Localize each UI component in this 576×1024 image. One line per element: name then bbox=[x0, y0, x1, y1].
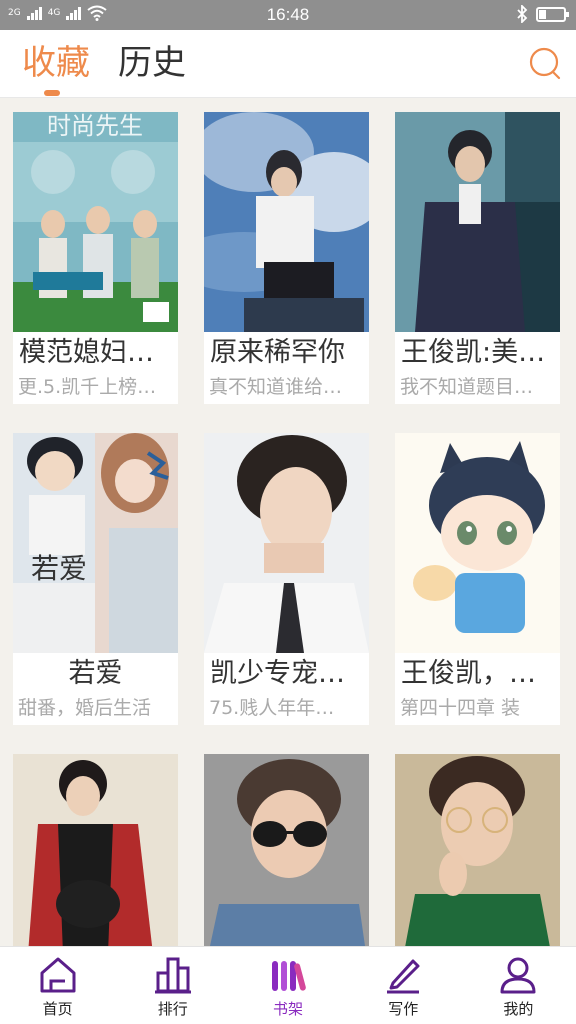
book-card[interactable] bbox=[204, 754, 369, 946]
battery-icon bbox=[536, 6, 569, 22]
home-icon bbox=[40, 957, 76, 993]
cover-title-text: 时尚先生 bbox=[47, 112, 143, 140]
book-card[interactable]: 凯少专宠… 75.贱人年年… bbox=[204, 433, 369, 725]
status-time: 16:48 bbox=[266, 5, 310, 24]
book-card[interactable]: 时尚先生 模范媳妇… 更.5.凯千上榜… bbox=[13, 112, 178, 404]
book-title: 模范媳妇… bbox=[19, 337, 154, 368]
book-cover: 时尚先生 bbox=[13, 112, 178, 332]
nav-bookshelf[interactable]: 书架 bbox=[230, 947, 345, 1024]
book-desc: 第四十四章 装 bbox=[400, 697, 521, 719]
user-icon bbox=[500, 957, 536, 994]
book-title: 凯少专宠… bbox=[210, 658, 345, 689]
book-desc: 甜番，婚后生活 bbox=[18, 697, 152, 719]
nav-home[interactable]: 首页 bbox=[0, 947, 115, 1024]
nav-write[interactable]: 写作 bbox=[346, 947, 461, 1024]
nav-profile[interactable]: 我的 bbox=[461, 947, 576, 1024]
book-card[interactable]: 王俊凯:美… 我不知道题目… bbox=[395, 112, 560, 404]
book-title: 若爱 bbox=[68, 658, 123, 689]
book-cover bbox=[395, 433, 560, 653]
nav-label: 我的 bbox=[503, 1000, 534, 1018]
tab-history[interactable]: 历史 bbox=[118, 42, 186, 84]
book-desc: 75.贱人年年… bbox=[209, 697, 335, 719]
bluetooth-icon bbox=[517, 5, 528, 23]
pen-icon bbox=[387, 959, 420, 994]
cover-title-text: 若爱 bbox=[31, 552, 87, 585]
book-desc: 更.5.凯千上榜… bbox=[18, 376, 157, 398]
ranking-icon bbox=[154, 957, 191, 994]
book-cover: 若爱 bbox=[13, 433, 178, 653]
book-title: 王俊凯:美… bbox=[401, 337, 546, 368]
tab-favorites[interactable]: 收藏 bbox=[22, 42, 90, 84]
nav-label: 排行 bbox=[157, 1000, 188, 1018]
book-cover bbox=[395, 112, 560, 332]
bookshelf-grid: 时尚先生 模范媳妇… 更.5.凯千上榜… 原来稀罕你 真不知道谁给… 王俊凯:美… bbox=[0, 98, 576, 946]
status-bar: 2G 4G 16:48 bbox=[0, 0, 576, 30]
book-cover bbox=[204, 112, 369, 332]
battery-level bbox=[539, 9, 546, 19]
book-card[interactable] bbox=[13, 754, 178, 946]
book-desc: 真不知道谁给… bbox=[209, 376, 343, 398]
book-card[interactable]: 王俊凯，… 第四十四章 装 bbox=[395, 433, 560, 725]
book-card[interactable]: 原来稀罕你 真不知道谁给… bbox=[204, 112, 369, 404]
nav-label: 写作 bbox=[388, 1000, 419, 1018]
book-title: 王俊凯，… bbox=[401, 658, 536, 689]
book-cover bbox=[204, 433, 369, 653]
nav-label: 首页 bbox=[42, 1000, 73, 1018]
book-cover bbox=[204, 754, 369, 946]
book-title: 原来稀罕你 bbox=[210, 337, 345, 368]
nav-label: 书架 bbox=[273, 1000, 304, 1018]
active-tab-indicator bbox=[44, 90, 60, 96]
bottom-nav: 首页 排行 书架 写作 我的 bbox=[0, 946, 576, 1024]
book-cover bbox=[395, 754, 560, 946]
nav-ranking[interactable]: 排行 bbox=[115, 947, 230, 1024]
book-cover bbox=[13, 754, 178, 946]
top-bar: 收藏 历史 bbox=[0, 30, 576, 98]
book-desc: 我不知道题目… bbox=[400, 376, 534, 398]
search-icon[interactable] bbox=[528, 46, 562, 80]
book-card[interactable] bbox=[395, 754, 560, 946]
bookshelf-icon bbox=[272, 961, 306, 991]
book-card[interactable]: 若爱 若爱 甜番，婚后生活 bbox=[13, 433, 178, 725]
